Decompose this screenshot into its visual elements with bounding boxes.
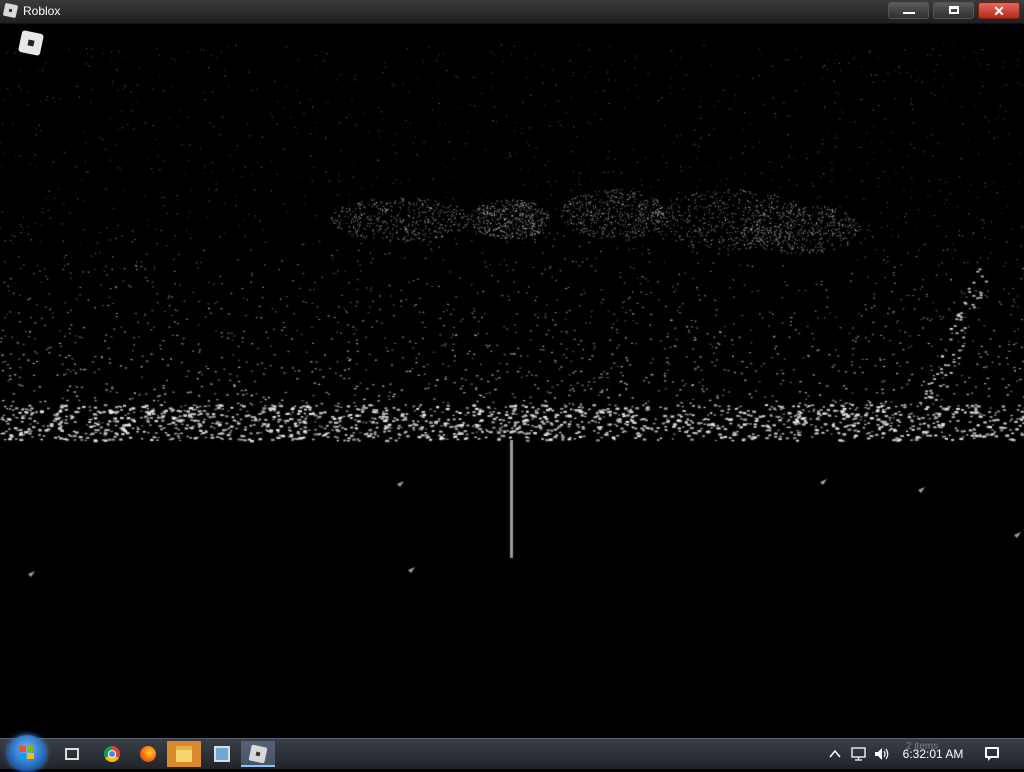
roblox-window: Roblox ✕ <box>0 0 1024 738</box>
taskbar-photos[interactable] <box>205 741 239 767</box>
file-explorer-icon <box>176 746 192 762</box>
volume-button[interactable] <box>873 739 891 769</box>
taskbar-firefox[interactable] <box>131 741 165 767</box>
taskbar-chrome[interactable] <box>95 741 129 767</box>
chevron-up-icon <box>829 749 841 758</box>
game-viewport[interactable] <box>0 24 1024 738</box>
system-clock[interactable]: 6:32:01 AM <box>900 747 966 761</box>
window-titlebar[interactable]: Roblox ✕ <box>0 0 1024 24</box>
roblox-icon <box>248 744 268 764</box>
window-title: Roblox <box>23 4 61 18</box>
action-center-button[interactable] <box>976 743 1008 765</box>
chrome-icon <box>104 746 120 762</box>
network-icon <box>851 747 866 761</box>
task-view-icon <box>65 748 79 760</box>
windows-start-icon <box>19 746 35 760</box>
taskbar: 2 items 6:32:01 AM <box>0 735 1024 771</box>
network-button[interactable] <box>850 739 868 769</box>
minimize-icon <box>903 12 915 14</box>
roblox-menu-button[interactable] <box>17 29 45 57</box>
game-scene[interactable] <box>0 24 1024 738</box>
firefox-icon <box>140 746 156 762</box>
taskbar-file-explorer[interactable] <box>167 741 201 767</box>
show-hidden-icons-button[interactable] <box>826 739 844 769</box>
roblox-icon <box>2 2 19 19</box>
taskbar-roblox[interactable] <box>241 741 275 767</box>
photos-icon <box>214 746 230 762</box>
start-button[interactable] <box>8 735 46 771</box>
maximize-icon <box>949 6 959 14</box>
volume-icon <box>875 748 889 760</box>
minimize-button[interactable] <box>888 2 929 19</box>
taskbar-task-view[interactable] <box>55 741 89 767</box>
close-icon: ✕ <box>993 3 1005 19</box>
close-button[interactable]: ✕ <box>978 2 1020 19</box>
action-center-icon <box>985 747 999 761</box>
maximize-button[interactable] <box>933 2 974 19</box>
